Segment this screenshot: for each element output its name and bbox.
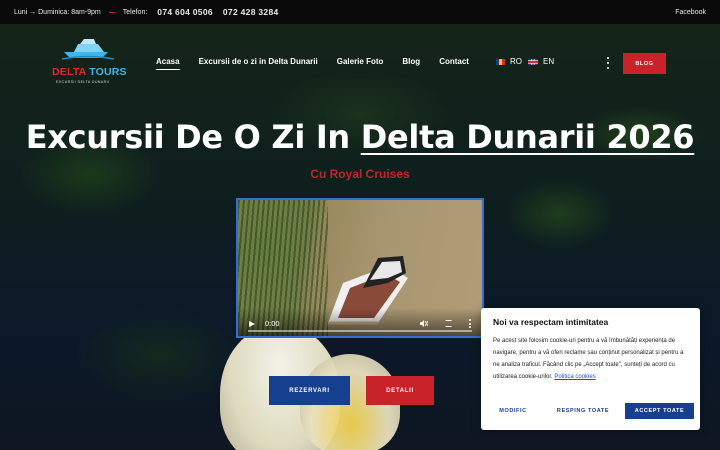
main-nav: Acasa Excursii de o zi in Delta Dunarii … (156, 57, 488, 70)
video-player[interactable]: 0:00 (236, 198, 484, 338)
language-ro-label: RO (510, 57, 522, 66)
cookie-consent-dialog: Noi va respectam intimitatea Pe acest si… (481, 308, 700, 430)
cookie-accept-button[interactable]: ACCEPT TOATE (625, 403, 694, 419)
boat-logo-icon (62, 39, 114, 60)
logo-text: DELTA TOURS (52, 66, 127, 78)
volume-icon[interactable] (420, 320, 428, 327)
reserve-button[interactable]: REZERVARI (269, 376, 350, 405)
cookie-title: Noi va respectam intimitatea (493, 317, 609, 327)
language-ro[interactable]: RO (496, 57, 522, 66)
details-button[interactable]: DETALII (366, 376, 434, 405)
video-progress-bar[interactable] (248, 330, 472, 332)
phone-link-1[interactable]: 074 604 0506 (157, 7, 213, 17)
video-options-icon[interactable] (469, 319, 472, 328)
cookie-modify-button[interactable]: MODIFIC (494, 403, 532, 419)
uk-flag-icon (528, 58, 538, 65)
play-icon[interactable] (249, 321, 255, 327)
fullscreen-icon[interactable] (445, 320, 452, 327)
phone-link-2[interactable]: 072 428 3284 (223, 7, 279, 17)
nav-item-excursii[interactable]: Excursii de o zi in Delta Dunarii (199, 57, 318, 66)
site-logo[interactable]: DELTA TOURS EXCURSII DELTA DUNARII (52, 38, 127, 88)
page-subtitle: Cu Royal Cruises (310, 167, 410, 181)
separator (108, 11, 115, 13)
more-menu-icon[interactable] (606, 57, 610, 69)
opening-hours: Luni → Duminica: 8am-9pm (14, 8, 101, 16)
blog-button[interactable]: BLOG (623, 53, 666, 74)
nav-item-galerie[interactable]: Galerie Foto (337, 57, 384, 66)
nav-item-contact[interactable]: Contact (439, 57, 469, 66)
language-en-label: EN (543, 57, 555, 66)
ro-flag-icon (496, 58, 505, 65)
logo-tagline: EXCURSII DELTA DUNARII (56, 80, 110, 84)
cookie-policy-link[interactable]: Politica cookies (554, 374, 595, 380)
top-bar: Luni → Duminica: 8am-9pm Telefon: 074 60… (0, 0, 720, 24)
page-title: Excursii De O Zi In Delta Dunarii 2026 (25, 118, 695, 156)
video-controls: 0:00 (238, 308, 482, 336)
cookie-reject-button[interactable]: RESPING TOATE (550, 403, 616, 419)
cookie-text: Pe acest site folosim cookie-uri pentru … (493, 338, 684, 380)
nav-item-blog[interactable]: Blog (402, 57, 420, 66)
facebook-link[interactable]: Facebook (675, 9, 706, 16)
video-time: 0:00 (265, 319, 280, 328)
phone-label: Telefon: (122, 8, 148, 16)
language-en[interactable]: EN (528, 57, 554, 66)
nav-item-acasa[interactable]: Acasa (156, 57, 180, 70)
